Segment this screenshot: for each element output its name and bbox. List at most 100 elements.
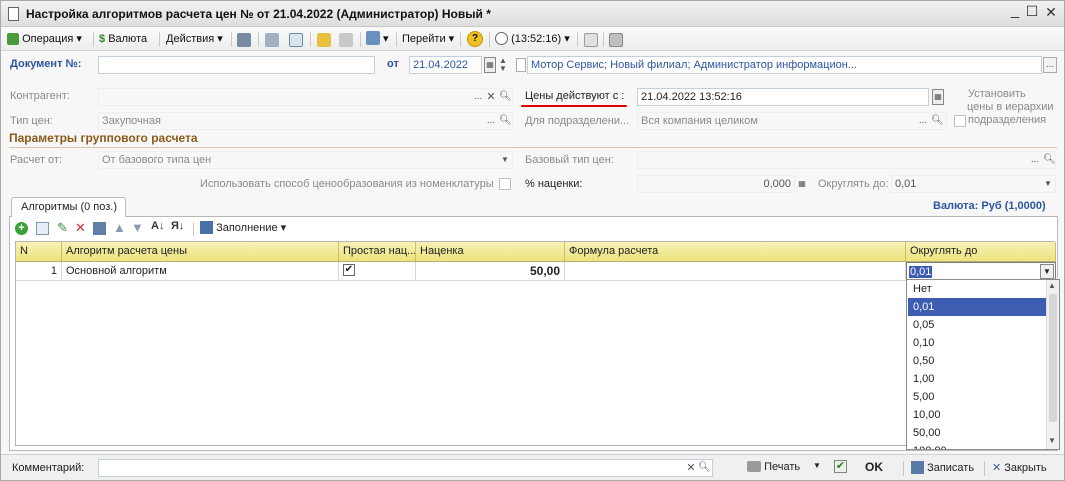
dropdown-option-selected[interactable]: 0,01 (908, 298, 1046, 316)
dropdown-option[interactable]: 100,00 (908, 442, 1046, 449)
edit-row-icon[interactable]: ✎ (57, 220, 68, 236)
date-spinner[interactable]: ▲ ▼ (498, 57, 508, 73)
list-icon[interactable] (265, 33, 279, 47)
contractor-field[interactable] (98, 88, 513, 106)
scroll-up-icon[interactable]: ▲ (1048, 281, 1056, 290)
base-type-search-icon[interactable]: 🔍︎ (1043, 152, 1056, 168)
cell-formula[interactable] (565, 262, 906, 281)
print-dropdown-icon[interactable]: ▼ (813, 461, 821, 470)
post-icon[interactable] (237, 33, 251, 47)
maximize-button[interactable]: ☐ (1022, 3, 1042, 20)
dropdown-option[interactable]: Нет (908, 280, 1046, 298)
organization-select-button[interactable]: ... (1043, 57, 1057, 73)
hierarchy-label-line3: подразделения (968, 114, 1047, 126)
column-header-n[interactable]: N (16, 242, 62, 262)
base-type-field[interactable] (637, 151, 1056, 169)
sort-desc-icon[interactable]: Я↓ (171, 220, 184, 232)
save-button[interactable]: Записать (911, 461, 974, 474)
refresh-icon[interactable] (289, 33, 303, 47)
round-to-field[interactable]: 0,01 (891, 175, 1056, 193)
dropdown-option[interactable]: 0,05 (908, 316, 1046, 334)
price-type-search-icon[interactable]: 🔍︎ (499, 113, 512, 129)
comment-search-icon[interactable]: 🔍︎ (698, 460, 711, 476)
dropdown-option[interactable]: 0,50 (908, 352, 1046, 370)
goto-menu[interactable]: Перейти ▾ (402, 31, 454, 48)
time-button[interactable]: (13:52:16) ▾ (495, 31, 570, 48)
print-button[interactable]: Печать (747, 461, 800, 473)
structure-menu[interactable]: ▾ (366, 31, 389, 48)
scroll-down-icon[interactable]: ▼ (1048, 436, 1056, 445)
column-header-simple-markup[interactable]: Простая нац... (339, 242, 416, 262)
dropdown-option[interactable]: 5,00 (908, 388, 1046, 406)
scrollbar-thumb[interactable] (1049, 294, 1057, 422)
operation-menu[interactable]: Операция ▾ (7, 31, 82, 48)
toolbar-separator (310, 32, 311, 47)
end-edit-icon[interactable] (93, 222, 106, 235)
cell-algorithm[interactable]: Основной алгоритм (62, 262, 339, 281)
organization-field[interactable]: Мотор Сервис; Новый филиал; Администрато… (527, 56, 1042, 74)
calendar-icon[interactable]: ▦ (484, 57, 496, 73)
section-divider (9, 147, 1057, 148)
dropdown-option[interactable]: 50,00 (908, 424, 1046, 442)
move-up-icon[interactable]: ▲ (113, 220, 126, 235)
comment-clear-icon[interactable]: ✕ (685, 460, 697, 476)
price-type-field[interactable]: Закупочная (98, 112, 513, 130)
toolbar-separator (231, 32, 232, 47)
valid-from-field[interactable]: 21.04.2022 13:52:16 (637, 88, 929, 106)
calc-from-label: Расчет от: (10, 154, 63, 166)
document-copy-icon[interactable] (339, 33, 353, 47)
help-icon[interactable]: ? (467, 31, 483, 47)
cell-n[interactable]: 1 (16, 262, 62, 281)
base-type-select-button[interactable]: ... (1029, 152, 1041, 168)
calc-from-field[interactable]: От базового типа цен (98, 151, 513, 169)
post-checkbox-icon[interactable]: ✔ (834, 460, 847, 473)
hierarchy-checkbox[interactable] (954, 115, 966, 127)
move-down-icon[interactable]: ▼ (131, 220, 144, 235)
calc-from-dropdown-icon[interactable]: ▼ (499, 152, 511, 168)
cell-markup[interactable]: 50,00 (416, 262, 565, 281)
tree-icon[interactable] (584, 33, 598, 47)
price-type-select-button[interactable]: ... (485, 113, 497, 129)
department-search-icon[interactable]: 🔍︎ (931, 113, 944, 129)
dropdown-option[interactable]: 0,10 (908, 334, 1046, 352)
round-to-dropdown-icon[interactable]: ▼ (1042, 176, 1054, 192)
column-header-formula[interactable]: Формула расчета (565, 242, 906, 262)
simple-markup-checkbox[interactable]: ✔ (343, 264, 355, 276)
ok-button[interactable]: OK (865, 460, 883, 474)
cell-simple-markup[interactable]: ✔ (339, 262, 416, 281)
comment-field[interactable] (98, 459, 713, 477)
dropdown-option[interactable]: 10,00 (908, 406, 1046, 424)
date-field[interactable]: 21.04.2022 (409, 56, 482, 74)
department-field[interactable]: Вся компания целиком (637, 112, 947, 130)
datetime-calendar-icon[interactable]: ▦ (932, 89, 944, 105)
sort-asc-icon[interactable]: A↓ (151, 220, 164, 232)
delete-row-icon[interactable]: ✕ (75, 220, 86, 236)
footer-separator (903, 461, 904, 476)
round-to-dropdown-button[interactable]: ▼ (1040, 264, 1054, 279)
dropdown-scrollbar[interactable]: ▲ ▼ (1046, 280, 1059, 449)
dropdown-option[interactable]: 1,00 (908, 370, 1046, 388)
contractor-select-button[interactable]: ... (472, 89, 484, 105)
column-header-markup[interactable]: Наценка (416, 242, 565, 262)
document-add-icon[interactable] (317, 33, 331, 47)
actions-menu[interactable]: Действия ▾ (166, 31, 223, 48)
contractor-search-icon[interactable]: 🔍︎ (499, 89, 512, 105)
table-icon[interactable] (609, 33, 623, 47)
close-button[interactable]: ✕ (1041, 4, 1061, 21)
column-header-round-to[interactable]: Округлять до (906, 242, 1056, 262)
fill-menu[interactable]: Заполнение ▾ (200, 219, 286, 238)
department-select-button[interactable]: ... (917, 113, 929, 129)
window: Настройка алгоритмов расчета цен № от 21… (0, 0, 1065, 481)
copy-row-icon[interactable] (36, 222, 49, 235)
calculator-icon[interactable]: ▦ (797, 176, 807, 192)
document-number-field[interactable] (98, 56, 375, 74)
tab-algorithms[interactable]: Алгоритмы (0 поз.) (11, 197, 126, 217)
column-header-algorithm[interactable]: Алгоритм расчета цены (62, 242, 339, 262)
contractor-clear-icon[interactable]: ✕ (485, 89, 497, 105)
currency-button[interactable]: $ Валюта (99, 31, 147, 48)
markup-field[interactable]: 0,000 (637, 175, 795, 193)
add-row-icon[interactable]: + (15, 222, 28, 235)
close-form-button[interactable]: ✕ Закрыть (992, 461, 1047, 474)
use-method-checkbox[interactable] (499, 178, 511, 190)
document-icon (8, 7, 19, 21)
